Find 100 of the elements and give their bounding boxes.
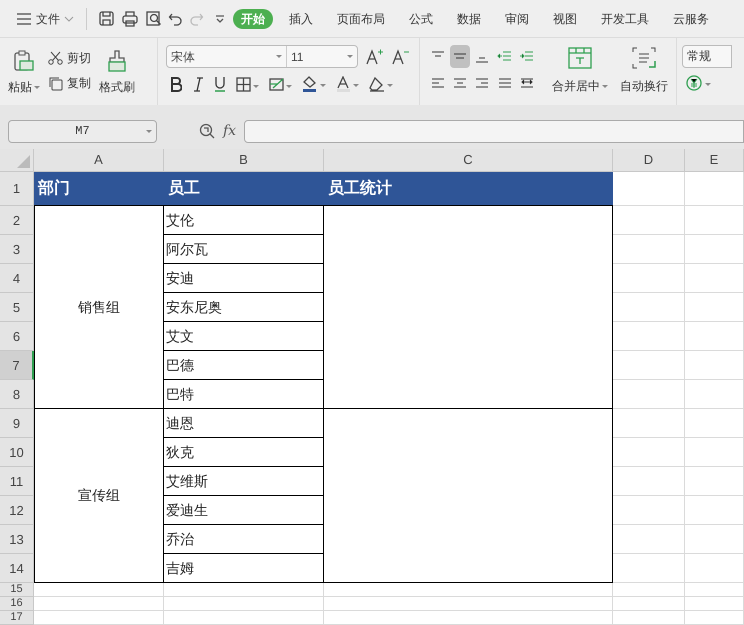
empty-cell [685,409,744,438]
ribbon-tab[interactable]: 视图 [545,8,585,28]
caret-icon [602,84,608,88]
table-cell: 阿尔瓦 [164,235,324,264]
merge-center-button[interactable]: 合并居中 [552,47,608,105]
empty-cell [685,172,744,206]
row-header[interactable]: 4 [0,264,34,293]
print-preview-icon[interactable] [145,10,162,27]
row-header[interactable]: 5 [0,293,34,322]
align-middle-icon[interactable] [450,45,470,68]
table-cell: 爱迪生 [164,496,324,525]
empty-cell [613,583,685,597]
number-format-field[interactable]: 常规 [682,45,732,68]
row-header[interactable]: 16 [0,597,34,611]
bold-icon[interactable] [170,76,182,92]
table-cell: 狄克 [164,438,324,467]
paste-button[interactable]: 粘贴 [8,46,40,96]
decrease-font-icon[interactable] [392,48,410,65]
empty-cell [685,235,744,264]
conditional-format-icon[interactable] [269,76,292,92]
header-cell: 员工统计 [324,172,613,206]
row-header[interactable]: 14 [0,554,34,583]
ribbon-tab[interactable]: 页面布局 [329,8,393,28]
row-header[interactable]: 6 [0,322,34,351]
copy-icon [48,76,63,90]
zoom-icon[interactable] [199,123,215,139]
empty-cell [685,380,744,409]
header-cell: 部门 [34,172,164,206]
merge-cells-icon [568,47,592,69]
dropdown-icon[interactable] [215,14,225,22]
fill-color-icon[interactable] [302,76,326,92]
row-header[interactable]: 3 [0,235,34,264]
borders-icon[interactable] [236,76,259,92]
empty-cell [613,611,685,625]
empty-cell [685,264,744,293]
header-cell: 员工 [164,172,324,206]
row-header[interactable]: 2 [0,206,34,235]
table-cell: 巴德 [164,351,324,380]
column-header[interactable]: B [164,149,324,172]
ribbon-tab[interactable]: 插入 [281,8,321,28]
row-header[interactable]: 11 [0,467,34,496]
caret-icon [146,130,152,132]
ribbon-tab[interactable]: 数据 [449,8,489,28]
ribbon-tab[interactable]: 审阅 [497,8,537,28]
empty-cell [685,467,744,496]
table-cell: 安迪 [164,264,324,293]
empty-cell [685,322,744,351]
column-header[interactable]: D [613,149,685,172]
row-header[interactable]: 17 [0,611,34,625]
table-cell: 销售组 [34,206,164,409]
save-icon[interactable] [98,10,115,27]
corner-triangle-icon [17,155,30,168]
row-header[interactable]: 15 [0,583,34,597]
column-header[interactable]: A [34,149,164,172]
row-header[interactable]: 9 [0,409,34,438]
table-cell: 迪恩 [164,409,324,438]
empty-cell [685,597,744,611]
font-color-icon[interactable] [336,76,359,92]
copy-button[interactable]: 复制 [48,74,91,92]
table-cell: 艾维斯 [164,467,324,496]
clipboard-icon [13,50,35,72]
wrap-text-button[interactable]: 自动换行 [620,47,668,105]
table-cell: 巴特 [164,380,324,409]
cut-button[interactable]: 剪切 [48,49,91,67]
column-header[interactable]: E [685,149,744,172]
caret-icon [34,86,40,88]
ribbon-tab[interactable]: 开发工具 [593,8,657,28]
empty-cell [685,554,744,583]
menu-icon [16,12,32,24]
name-box[interactable]: M7 [8,120,157,142]
column-header[interactable]: C [324,149,613,172]
eraser-icon[interactable] [369,76,393,92]
empty-cell [613,597,685,611]
table-cell: 吉姆 [164,554,324,583]
format-painter-button[interactable]: 格式刷 [99,46,135,96]
row-header[interactable]: 7 [0,351,34,380]
row-header[interactable]: 13 [0,525,34,554]
table-cell: 艾文 [164,322,324,351]
formula-input[interactable] [244,120,744,142]
empty-cell [685,525,744,554]
increase-font-icon[interactable] [366,48,384,65]
empty-cell [685,611,744,625]
row-header[interactable]: 12 [0,496,34,525]
empty-cell [685,206,744,235]
ribbon-tab[interactable]: 公式 [401,8,441,28]
empty-cell [685,438,744,467]
scissors-icon [48,51,63,65]
ribbon-tab[interactable]: 云服务 [665,8,717,28]
row-header[interactable]: 1 [0,172,34,206]
chevron-down-icon [64,16,74,22]
italic-icon[interactable] [192,76,204,92]
row-header[interactable]: 8 [0,380,34,409]
menu-button[interactable]: 文件 [12,10,78,28]
table-cell: 宣传组 [34,409,164,583]
print-icon[interactable] [121,10,139,27]
function-label: fx [223,122,236,140]
underline-icon[interactable] [214,76,226,92]
empty-cell [685,351,744,380]
table-cell: 安东尼奥 [164,293,324,322]
row-header[interactable]: 10 [0,438,34,467]
